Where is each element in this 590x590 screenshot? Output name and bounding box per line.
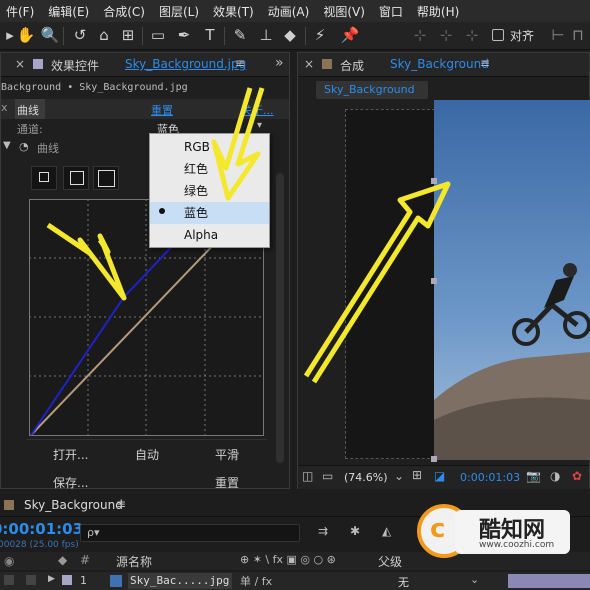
watermark-url: www.coozhi.com — [479, 540, 555, 550]
yellow-arrow-icon — [211, 87, 265, 201]
watermark-glyph: c — [430, 514, 446, 544]
watermark-logo: c 酷知网 www.coozhi.com — [415, 500, 570, 560]
yellow-arrow-icon — [303, 181, 451, 384]
watermark-plate: 酷知网 www.coozhi.com — [455, 510, 570, 554]
yellow-arrow-icon — [46, 222, 127, 301]
